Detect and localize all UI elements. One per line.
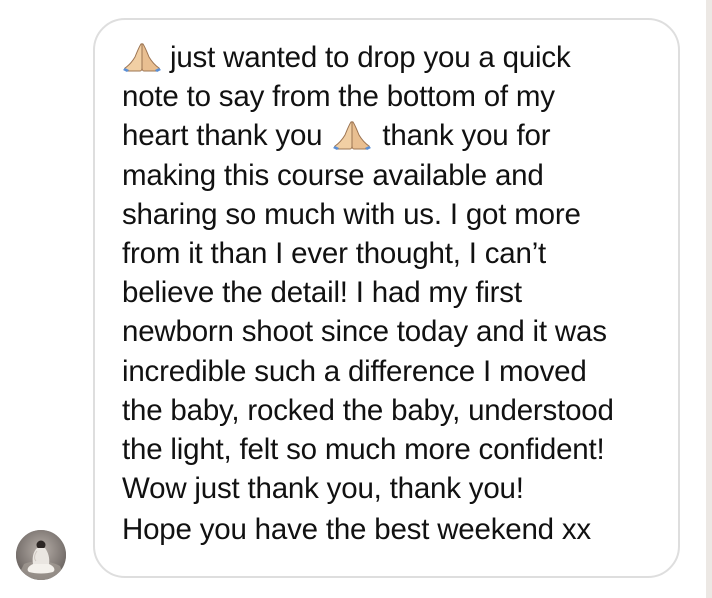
message-line-text: making this course available and — [122, 158, 544, 192]
message-line-text: sharing so much with us. I got more — [122, 197, 581, 231]
message-line-text: heart thank you — [122, 119, 323, 153]
message-line: just wanted to drop you a quick — [122, 38, 682, 77]
message-line-text: just wanted to drop you a quick — [170, 41, 571, 74]
message-line: incredible such a difference I moved — [122, 352, 682, 391]
message-line: making this course available and — [122, 156, 682, 195]
message-line: newborn shoot since today and it was — [122, 312, 682, 351]
message-text: just wanted to drop you a quick note to … — [122, 38, 682, 549]
folded-hands-icon — [333, 121, 372, 151]
message-line: the baby, rocked the baby, understood — [122, 391, 682, 430]
folded-hands-icon — [123, 43, 161, 72]
message-line-text: note to say from the bottom of my — [122, 80, 555, 114]
message-line-text: incredible such a difference I moved — [122, 354, 587, 388]
message-line-text: believe the detail! I had my first — [122, 276, 522, 310]
message-line-text: thank you for — [382, 119, 551, 153]
message-line-text: Hope you have the best weekend xx — [122, 513, 591, 547]
message-line: from it than I ever thought, I can’t — [122, 234, 682, 273]
message-line: note to say from the bottom of my — [122, 77, 682, 116]
message-line-text: the light, felt so much more confident! — [122, 432, 605, 466]
sender-photo — [16, 530, 66, 580]
message-line-text: Wow just thank you, thank you! — [122, 472, 524, 506]
scroll-edge — [706, 0, 712, 598]
message-line-text: the baby, rocked the baby, understood — [122, 393, 614, 427]
message-line-text: from it than I ever thought, I can’t — [122, 236, 547, 270]
message-line: sharing so much with us. I got more — [122, 195, 682, 234]
message-line: Hope you have the best weekend xx — [122, 510, 682, 549]
message-line-text: newborn shoot since today and it was — [122, 315, 607, 349]
message-line: heart thank you thank you for — [122, 116, 682, 155]
message-line: the light, felt so much more confident! — [122, 430, 682, 469]
message-line: believe the detail! I had my first — [122, 273, 682, 312]
avatar[interactable] — [16, 530, 66, 580]
message-line: Wow just thank you, thank you! — [122, 469, 682, 508]
